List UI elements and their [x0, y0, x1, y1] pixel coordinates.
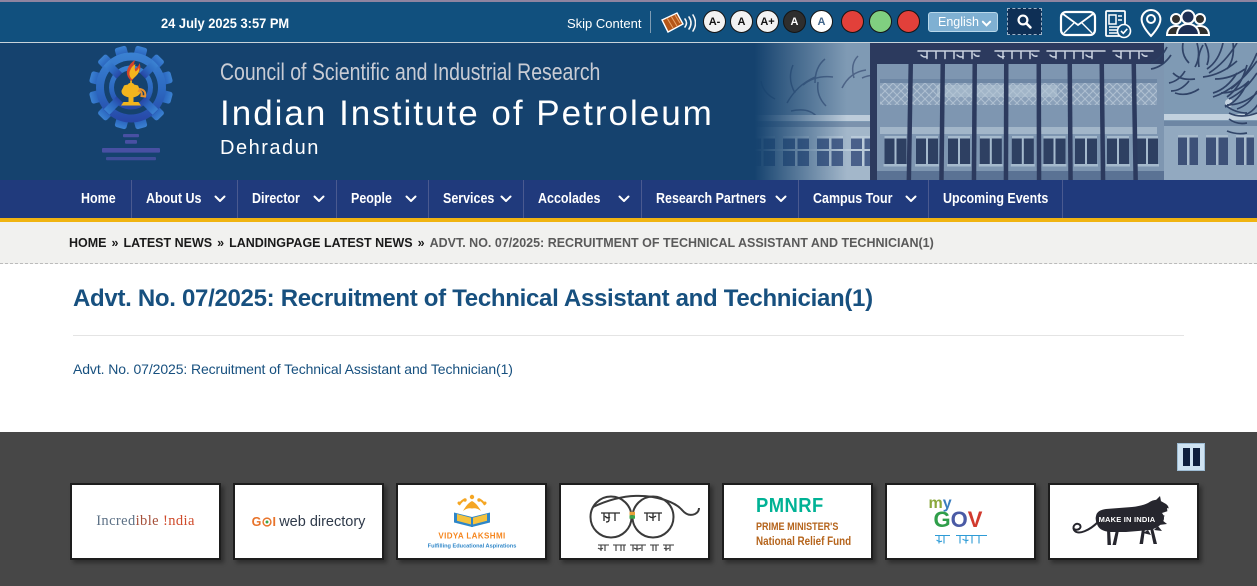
svg-text:Fulfilling Educational Aspirat: Fulfilling Educational Aspirations — [427, 543, 516, 549]
svg-text:MAKE IN INDIA: MAKE IN INDIA — [1098, 515, 1155, 524]
svg-text:VIDYA LAKSHMI: VIDYA LAKSHMI — [438, 531, 505, 540]
